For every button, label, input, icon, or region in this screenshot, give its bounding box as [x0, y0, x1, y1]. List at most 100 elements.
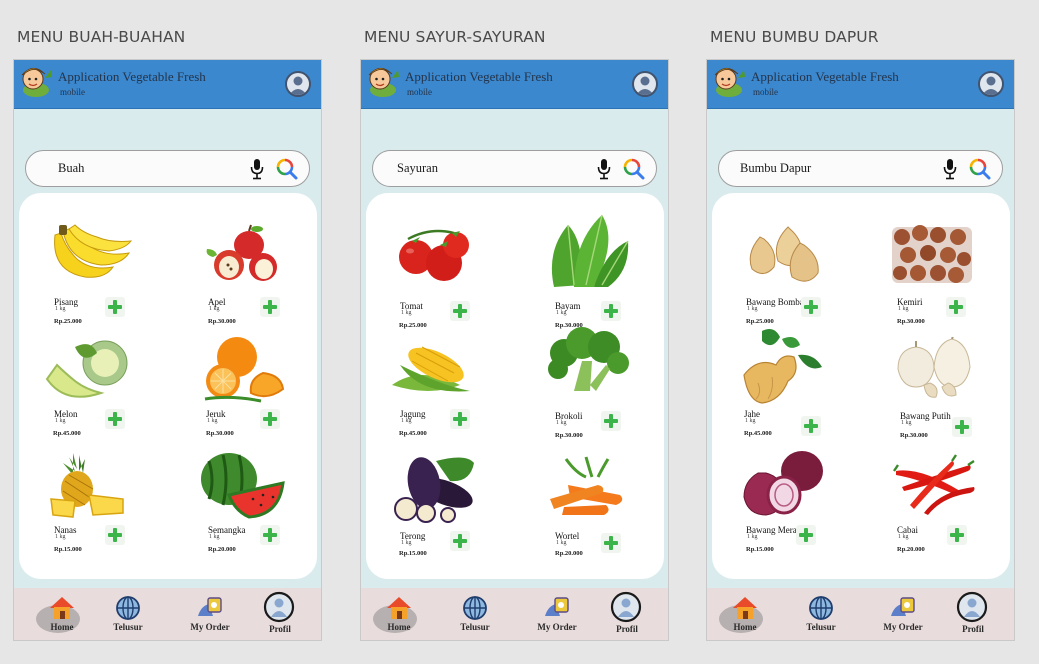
search-input[interactable]: Bumbu Dapur [740, 161, 811, 176]
add-to-cart-button[interactable] [601, 301, 621, 321]
product-card[interactable]: Bayam 1 kg Rp.30.000 [516, 211, 664, 329]
product-card[interactable]: Wortel 1 kg Rp.20.000 [516, 455, 664, 573]
onion-image [749, 226, 819, 282]
nav-home[interactable]: Home [715, 588, 775, 640]
order-icon [198, 597, 222, 616]
spinach-image [551, 214, 629, 287]
search-icon[interactable] [969, 158, 991, 180]
add-to-cart-button[interactable] [952, 417, 972, 437]
add-to-cart-button[interactable] [450, 301, 470, 321]
product-price: Rp.30.000 [897, 318, 925, 325]
product-card[interactable]: Bawang Putih 1 kg Rp.30.000 [862, 337, 1010, 455]
app-subtitle: mobile [60, 87, 85, 97]
nav-home[interactable]: Home [32, 588, 92, 640]
product-card[interactable]: Nanas 1 kg Rp.15.000 [19, 451, 167, 569]
product-card[interactable]: Bawang Merah 1 kg Rp.15.000 [712, 451, 860, 569]
nav-label: My Order [883, 622, 923, 632]
add-to-cart-button[interactable] [796, 525, 816, 545]
product-card[interactable]: Tomat 1 kg Rp.25.000 [366, 221, 514, 339]
product-unit: 1 kg [209, 306, 220, 312]
nav-label: Home [733, 622, 757, 632]
add-to-cart-button[interactable] [801, 297, 821, 317]
product-unit: 1 kg [401, 310, 412, 316]
product-card[interactable]: Jahe 1 kg Rp.45.000 [712, 327, 860, 445]
section-title-spices: MENU BUMBU DAPUR [710, 28, 879, 46]
product-grid: Pisang 1 kg Rp.25.000 Apel 1 kg Rp.30.00… [19, 193, 317, 579]
product-unit: 1 kg [401, 418, 412, 424]
add-to-cart-button[interactable] [450, 531, 470, 551]
add-to-cart-button[interactable] [105, 409, 125, 429]
phone-screen-fruit: Application Vegetable Fresh mobile Buah [13, 59, 322, 641]
nav-orders[interactable]: My Order [873, 588, 933, 640]
nav-profile[interactable]: Profil [597, 588, 657, 640]
broccoli-image [548, 327, 629, 391]
product-price: Rp.25.000 [54, 318, 82, 325]
product-card[interactable]: Terong 1 kg Rp.15.000 [366, 453, 514, 571]
search-bar[interactable]: Sayuran [372, 150, 657, 187]
search-icon[interactable] [276, 158, 298, 180]
product-card[interactable]: Cabai 1 kg Rp.20.000 [862, 451, 1010, 569]
product-card[interactable]: Jeruk 1 kg Rp.30.000 [169, 335, 317, 453]
product-price: Rp.30.000 [206, 430, 234, 437]
product-unit: 1 kg [55, 306, 66, 312]
nav-label: My Order [190, 622, 230, 632]
nav-home[interactable]: Home [369, 588, 429, 640]
search-input[interactable]: Buah [58, 161, 84, 176]
add-to-cart-button[interactable] [801, 416, 821, 436]
add-to-cart-button[interactable] [947, 525, 967, 545]
farmer-logo-icon [21, 67, 52, 97]
eggplant-image [394, 457, 474, 523]
add-to-cart-button[interactable] [946, 297, 966, 317]
app-bar: Application Vegetable Fresh mobile [14, 60, 321, 109]
add-to-cart-button[interactable] [260, 409, 280, 429]
search-input[interactable]: Sayuran [397, 161, 438, 176]
product-card[interactable]: Melon 1 kg Rp.45.000 [19, 335, 167, 453]
user-avatar-icon[interactable] [632, 71, 658, 97]
globe-icon [809, 596, 833, 620]
add-to-cart-button[interactable] [601, 533, 621, 553]
bottom-nav: Home Telusur My Order Profil [707, 588, 1014, 640]
nav-browse[interactable]: Telusur [445, 588, 505, 640]
product-card[interactable]: Kemiri 1 kg Rp.30.000 [862, 223, 1010, 341]
nav-label: Telusur [113, 622, 143, 632]
nav-browse[interactable]: Telusur [98, 588, 158, 640]
add-to-cart-button[interactable] [601, 411, 621, 431]
nav-browse[interactable]: Telusur [791, 588, 851, 640]
section-title-vegetables: MENU SAYUR-SAYURAN [364, 28, 546, 46]
search-icon[interactable] [623, 158, 645, 180]
product-card[interactable]: Semangka 1 kg Rp.20.000 [169, 451, 317, 569]
product-card[interactable]: Brokoli 1 kg Rp.30.000 [516, 325, 664, 443]
product-card[interactable]: Apel 1 kg Rp.30.000 [169, 223, 317, 341]
product-price: Rp.45.000 [53, 430, 81, 437]
product-unit: 1 kg [401, 540, 412, 546]
nav-orders[interactable]: My Order [527, 588, 587, 640]
app-title: Application Vegetable Fresh [58, 69, 206, 84]
user-avatar-icon[interactable] [978, 71, 1004, 97]
search-bar[interactable]: Bumbu Dapur [718, 150, 1003, 187]
product-price: Rp.20.000 [208, 546, 236, 553]
add-to-cart-button[interactable] [260, 525, 280, 545]
shallot-image [743, 451, 823, 516]
nav-orders[interactable]: My Order [180, 588, 240, 640]
nav-profile[interactable]: Profil [250, 588, 310, 640]
nav-label: Home [50, 622, 74, 632]
add-to-cart-button[interactable] [105, 297, 125, 317]
app-bar: Application Vegetable Fresh mobile [361, 60, 668, 109]
order-icon [545, 597, 569, 616]
user-avatar-icon[interactable] [285, 71, 311, 97]
candlenut-image [892, 225, 972, 283]
product-card[interactable]: Jagung 1 kg Rp.45.000 [366, 335, 514, 453]
search-bar[interactable]: Buah [25, 150, 310, 187]
nav-label: Profil [616, 624, 638, 634]
product-card[interactable]: Pisang 1 kg Rp.25.000 [19, 223, 167, 341]
add-to-cart-button[interactable] [260, 297, 280, 317]
nav-profile[interactable]: Profil [943, 588, 1003, 640]
add-to-cart-button[interactable] [450, 409, 470, 429]
microphone-icon[interactable] [942, 158, 958, 180]
pineapple-image [50, 453, 124, 518]
microphone-icon[interactable] [596, 158, 612, 180]
chili-image [893, 454, 975, 515]
product-card[interactable]: Bawang Bombai 1 kg Rp.25.000 [712, 223, 860, 341]
microphone-icon[interactable] [249, 158, 265, 180]
add-to-cart-button[interactable] [105, 525, 125, 545]
